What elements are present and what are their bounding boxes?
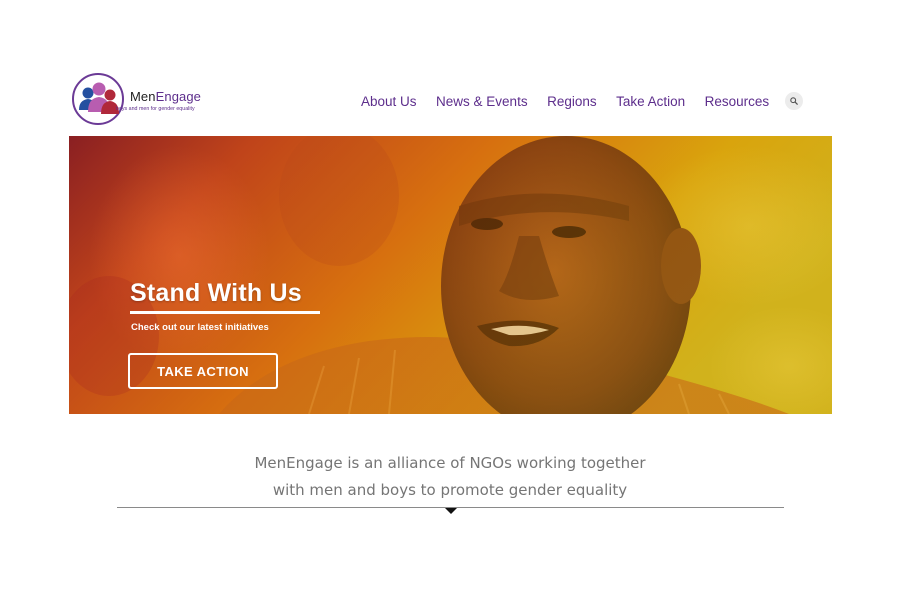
logo-wordmark: MenEngage — [130, 89, 201, 104]
intro-line-1: MenEngage is an alliance of NGOs working… — [254, 454, 646, 472]
take-action-button[interactable]: TAKE ACTION — [128, 353, 278, 389]
logo-wordmark-men: Men — [130, 89, 156, 104]
search-button[interactable] — [785, 92, 804, 110]
logo-tagline: boys and men for gender equality — [116, 106, 195, 112]
hero-title: Stand With Us — [130, 279, 302, 307]
people-logo-icon — [72, 73, 124, 125]
intro-line-2: with men and boys to promote gender equa… — [272, 481, 628, 499]
nav-item-regions[interactable]: Regions — [547, 94, 597, 109]
search-icon — [790, 97, 799, 105]
hero-subtitle: Check out our latest initiatives — [131, 322, 269, 333]
intro-text: MenEngage is an alliance of NGOs working… — [150, 450, 750, 504]
nav-item-resources[interactable]: Resources — [705, 94, 770, 109]
nav-item-news-events[interactable]: News & Events — [436, 94, 528, 109]
nav-item-about-us[interactable]: About Us — [361, 94, 417, 109]
hero-banner: Stand With Us Check out our latest initi… — [69, 136, 832, 414]
site-header: MenEngage boys and men for gender equali… — [69, 70, 832, 130]
logo-wordmark-engage: Engage — [155, 89, 202, 104]
down-arrow-icon — [445, 508, 457, 514]
nav-item-take-action[interactable]: Take Action — [616, 94, 685, 109]
hero-title-underline — [130, 311, 320, 314]
main-nav: About Us News & Events Regions Take Acti… — [361, 92, 804, 110]
site-logo[interactable]: MenEngage boys and men for gender equali… — [71, 72, 221, 126]
